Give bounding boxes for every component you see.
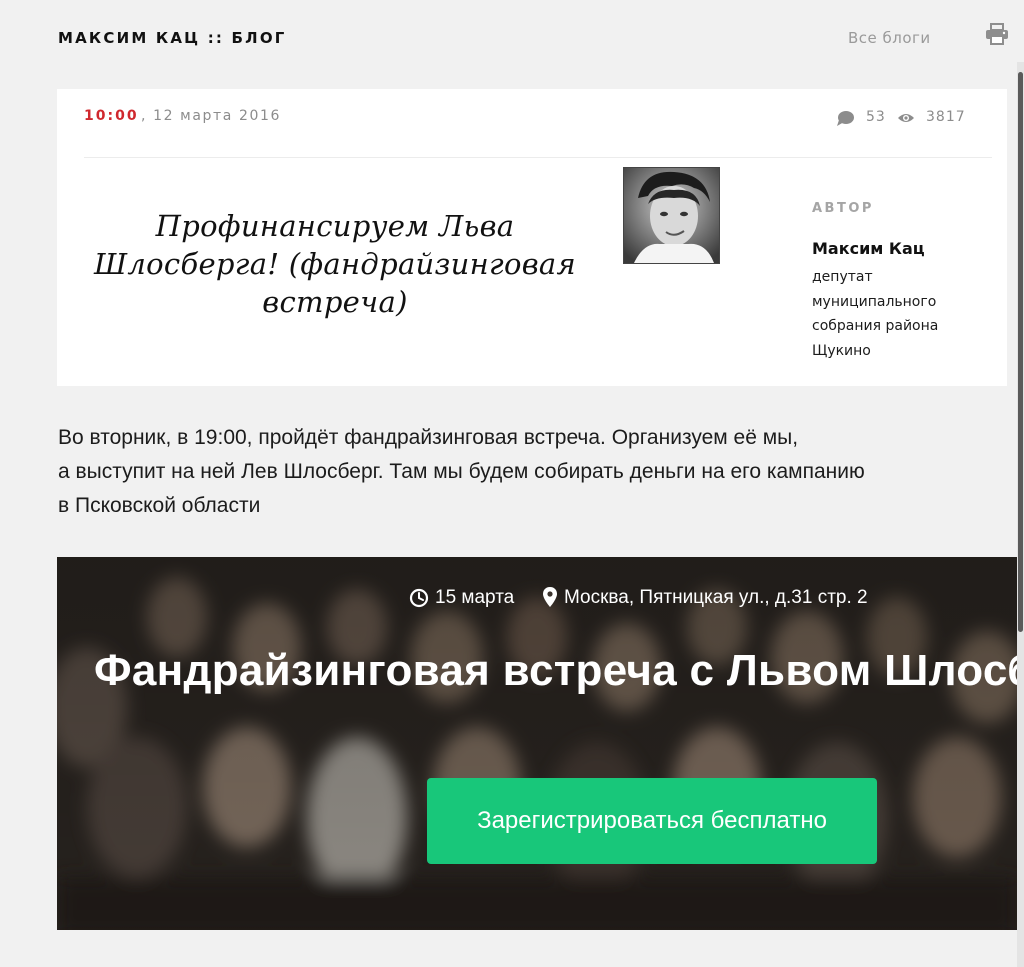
comments-count[interactable]: 53 <box>866 109 886 125</box>
author-heading: АВТОР <box>812 201 874 216</box>
blog-title[interactable]: МАКСИМ КАЦ :: БЛОГ <box>58 29 287 47</box>
scrollbar[interactable] <box>1017 62 1024 967</box>
intro-line: а выступит на ней Лев Шлосберг. Там мы б… <box>58 460 865 483</box>
scrollbar-thumb[interactable] <box>1018 72 1023 632</box>
event-banner[interactable]: 15 марта Москва, Пятницкая ул., д.31 стр… <box>57 557 1017 930</box>
post-header-card: 10:00 , 12 марта 2016 53 3817 Профинанси… <box>57 89 1007 386</box>
intro-line: Во вторник, в 19:00, пройдёт фандрайзинг… <box>58 426 799 449</box>
speech-bubble-icon[interactable] <box>836 110 855 127</box>
all-blogs-link[interactable]: Все блоги <box>848 29 931 47</box>
map-pin-icon <box>542 586 558 608</box>
event-headline: Фандрайзинговая встреча с Львом Шлосберг… <box>94 646 1017 695</box>
clock-icon <box>409 588 429 608</box>
register-button[interactable]: Зарегистрироваться бесплатно <box>427 778 877 864</box>
author-avatar[interactable] <box>623 167 720 264</box>
views-count: 3817 <box>926 109 966 125</box>
post-title: Профинансируем Льва Шлосберга! (фандрайз… <box>94 209 576 319</box>
author-role: депутат муниципального собрания района Щ… <box>812 269 939 359</box>
printer-icon[interactable] <box>985 23 1009 45</box>
top-bar: МАКСИМ КАЦ :: БЛОГ Все блоги <box>0 0 1024 75</box>
eye-icon <box>897 112 915 124</box>
author-name[interactable]: Максим Кац <box>812 239 925 258</box>
crowd-photo-background <box>57 557 1017 930</box>
post-date: , 12 марта 2016 <box>141 108 282 124</box>
event-date: 15 марта <box>435 587 515 608</box>
blog-page: МАКСИМ КАЦ :: БЛОГ Все блоги 10:00 , 12 … <box>0 0 1024 967</box>
event-location: Москва, Пятницкая ул., д.31 стр. 2 <box>564 587 868 608</box>
intro-line: в Псковской области <box>58 494 261 517</box>
divider <box>84 157 992 158</box>
post-time: 10:00 <box>84 108 139 124</box>
post-intro: Во вторник, в 19:00, пройдёт фандрайзинг… <box>58 421 1008 523</box>
